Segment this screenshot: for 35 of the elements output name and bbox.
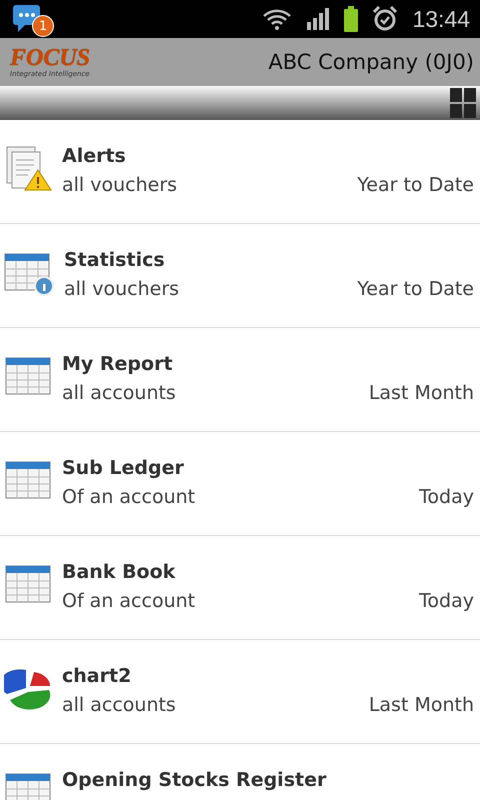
report-period: Last Month	[368, 693, 474, 718]
battery-icon	[344, 6, 358, 32]
report-scope: all vouchers	[64, 277, 180, 302]
wifi-icon	[262, 7, 292, 31]
report-scope: Of an account	[62, 485, 196, 510]
report-title: Statistics	[64, 248, 166, 273]
report-scope: all accounts	[62, 693, 176, 718]
report-item[interactable]: Statistics all vouchers Year to Date	[0, 224, 480, 328]
report-item[interactable]: My Report all accounts Last Month	[0, 328, 480, 432]
report-period: Year to Date	[357, 173, 474, 198]
report-title: Opening Stocks Register	[62, 768, 328, 793]
report-period: Year to Date	[357, 277, 474, 302]
report-item[interactable]: chart2 all accounts Last Month	[0, 640, 480, 744]
report-title: My Report	[62, 352, 174, 377]
report-period: Last Month	[368, 381, 474, 406]
report-title: Sub Ledger	[62, 456, 185, 481]
grid-view-icon[interactable]	[450, 88, 476, 118]
report-item[interactable]: Alerts all vouchers Year to Date	[0, 120, 480, 224]
report-scope: all accounts	[62, 381, 176, 406]
alarm-clock-icon	[372, 6, 398, 32]
report-title: Alerts	[62, 144, 127, 169]
report-scope: Of an account	[62, 589, 196, 614]
report-period: Today	[419, 589, 474, 614]
report-item[interactable]: Sub Ledger Of an account Today	[0, 432, 480, 536]
report-period: Today	[419, 485, 474, 510]
company-name: ABC Company (0J0)	[268, 50, 474, 74]
signal-icon	[306, 8, 330, 30]
report-item[interactable]: Bank Book Of an account Today	[0, 536, 480, 640]
report-item[interactable]: Opening Stocks Register	[0, 744, 480, 800]
report-title: chart2	[62, 664, 132, 689]
clock-time: 13:44	[412, 6, 470, 32]
document-warning-icon	[4, 144, 52, 192]
report-scope: all vouchers	[62, 173, 178, 198]
report-title: Bank Book	[62, 560, 176, 585]
notification-count: 1	[32, 15, 54, 37]
